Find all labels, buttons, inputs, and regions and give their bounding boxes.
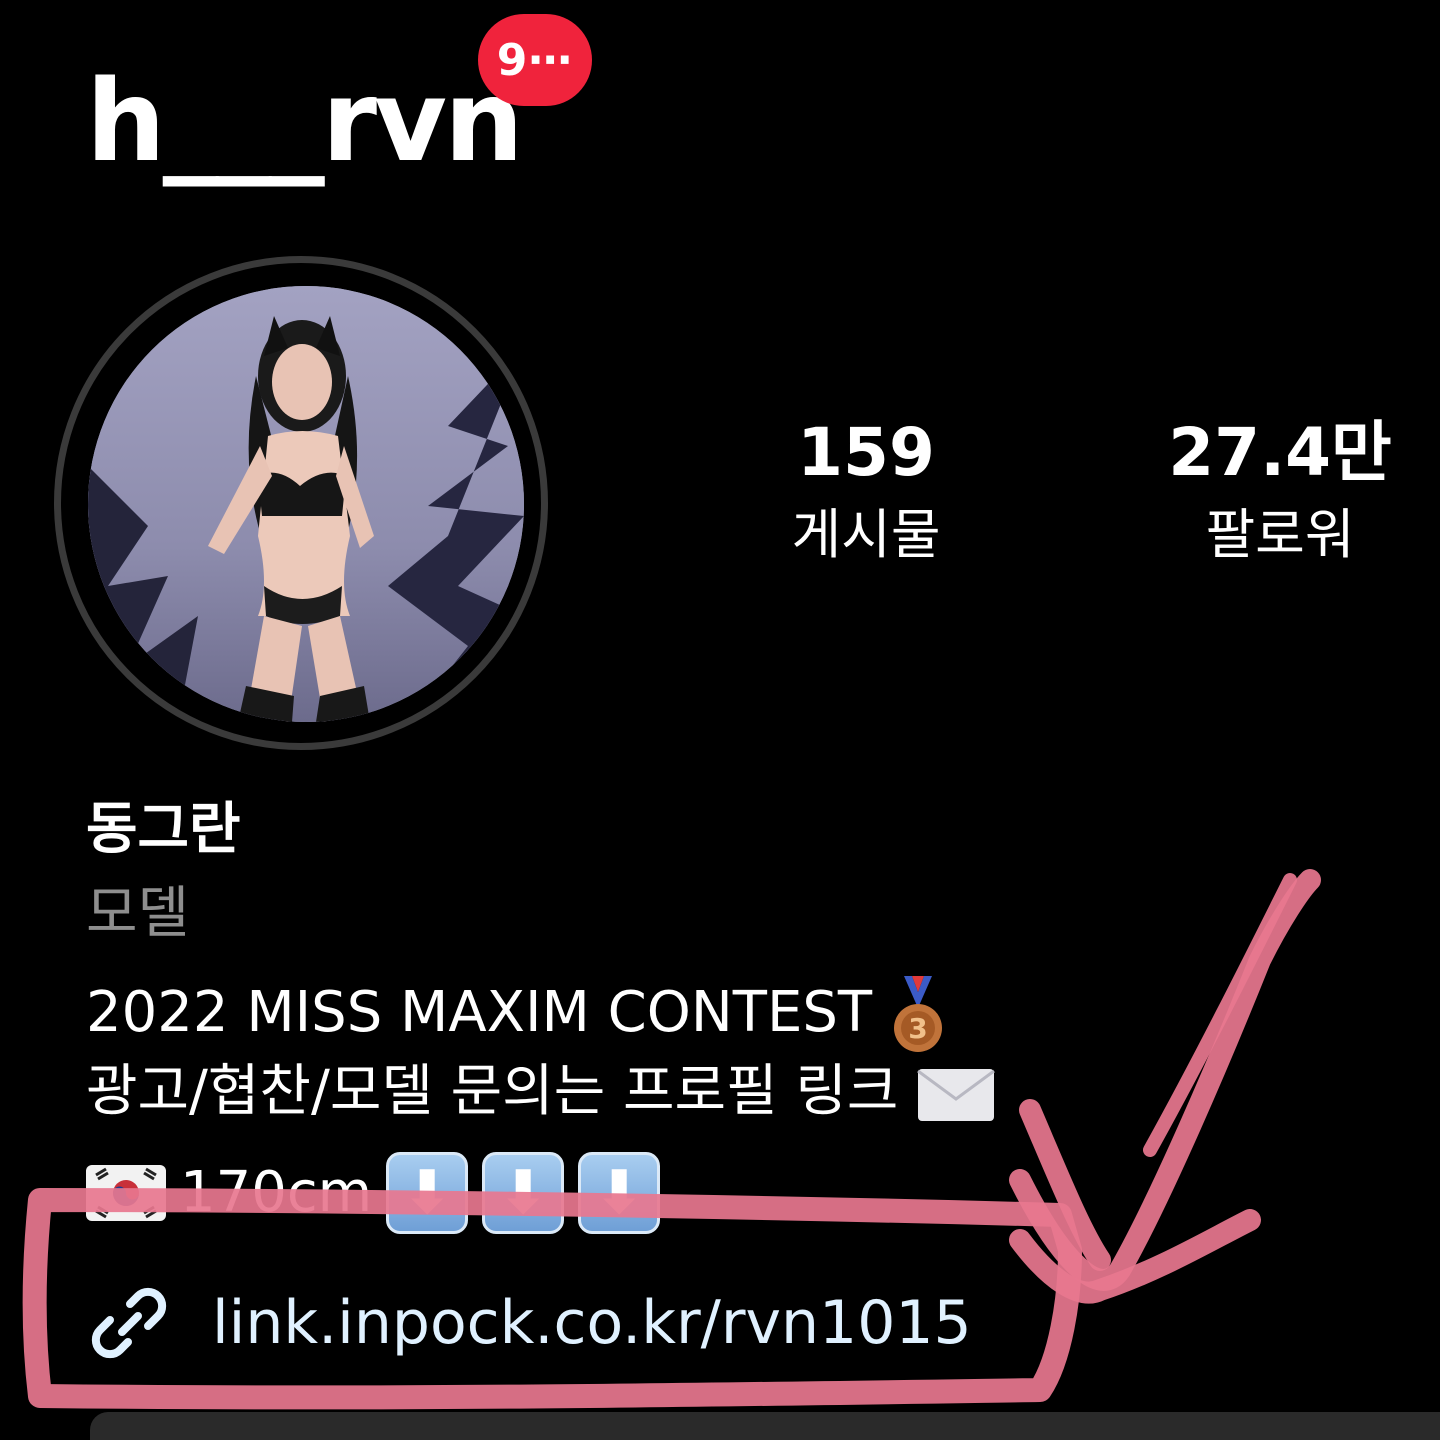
display-name: 동그란 — [86, 797, 241, 862]
south-korea-flag-icon — [86, 1165, 166, 1221]
profile-link-url[interactable]: link.inpock.co.kr/rvn1015 — [212, 1288, 972, 1358]
envelope-icon — [917, 1068, 996, 1121]
profile-header: h___rvn — [86, 62, 524, 182]
followers-count[interactable]: 27.4만 팔로워 — [1160, 420, 1400, 562]
avatar[interactable] — [88, 286, 524, 722]
down-arrow-icon: ⬇ — [386, 1152, 469, 1234]
down-arrow-icon: ⬇ — [578, 1152, 661, 1234]
posts-count[interactable]: 159 게시물 — [760, 420, 972, 562]
username[interactable]: h___rvn — [86, 66, 524, 178]
link-icon — [91, 1287, 167, 1359]
followers-count-label: 팔로워 — [1205, 503, 1355, 566]
profile-link[interactable]: link.inpock.co.kr/rvn1015 — [86, 1280, 972, 1366]
avatar-photo — [88, 286, 524, 722]
bio-line-2-text: 광고/협찬/모델 문의는 프로필 링크 — [86, 1059, 899, 1124]
bio-line-1: 2022 MISS MAXIM CONTEST 3 — [86, 976, 946, 1056]
notification-badge[interactable]: 9⋯ — [478, 14, 592, 106]
down-arrow-icon: ⬇ — [482, 1152, 565, 1234]
profile-screen: h___rvn 9⋯ 159 게시물 27.4만 팔로워 동그란 모델 2022… — [0, 0, 1440, 1440]
posts-count-label: 게시물 — [791, 503, 941, 566]
bio-line-3: 170cm ⬇ ⬇ ⬇ — [86, 1152, 661, 1234]
svg-text:3: 3 — [908, 1012, 927, 1045]
third-place-medal-icon: 3 — [893, 976, 942, 1052]
profile-category: 모델 — [86, 881, 190, 946]
bio-line-3-text: 170cm — [180, 1160, 373, 1225]
bottom-panel-edge — [90, 1412, 1440, 1440]
bio-line-2: 광고/협찬/모델 문의는 프로필 링크 — [86, 1064, 996, 1125]
bio-line-1-text: 2022 MISS MAXIM CONTEST — [86, 980, 873, 1046]
posts-count-value: 159 — [797, 414, 935, 491]
followers-count-value: 27.4만 — [1168, 414, 1392, 491]
